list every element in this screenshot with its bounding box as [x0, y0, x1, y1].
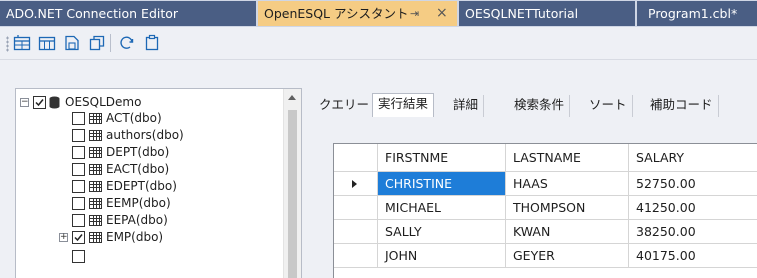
table-cell[interactable]: KWAN	[506, 220, 629, 244]
table-cell[interactable]: 38250.00	[629, 220, 757, 244]
table-cell[interactable]: SALLY	[378, 220, 506, 244]
table-cell[interactable]: 52750.00	[629, 172, 757, 196]
tree-scrollbar[interactable]	[283, 89, 301, 278]
node-checkbox[interactable]	[72, 163, 85, 176]
tree-node[interactable]: + EMP(dbo)	[16, 230, 286, 245]
pin-icon[interactable]: ⇥	[410, 1, 419, 26]
collapse-icon[interactable]: −	[20, 98, 29, 107]
tab-query[interactable]: クエリー	[314, 95, 376, 117]
table-icon	[89, 130, 102, 141]
node-checkbox[interactable]	[72, 180, 85, 193]
table-icon	[89, 147, 102, 158]
tab-ado-net-connection-editor[interactable]: ADO.NET Connection Editor	[0, 1, 256, 26]
grid-corner	[334, 144, 378, 172]
table-cell[interactable]: MICHAEL	[378, 196, 506, 220]
node-checkbox[interactable]	[72, 197, 85, 210]
table-cell[interactable]: HAAS	[506, 172, 629, 196]
tab-label: OpenESQL アシスタント	[264, 6, 409, 21]
copy-icon[interactable]	[88, 34, 106, 52]
toolbar-grip	[6, 36, 9, 52]
tree-node[interactable]: EEPA(dbo)	[16, 213, 286, 228]
node-checkbox[interactable]	[72, 250, 85, 263]
tree-node-label: EDEPT(dbo)	[106, 179, 177, 193]
tree-node[interactable]: DEPT(dbo)	[16, 145, 286, 160]
tree-node[interactable]: ACT(dbo)	[16, 111, 286, 126]
tree-node-label: authors(dbo)	[106, 128, 184, 142]
root-checkbox[interactable]	[33, 96, 46, 109]
refresh-icon[interactable]	[118, 34, 136, 52]
tab-label: Program1.cbl*	[648, 6, 738, 21]
column-header-lastname[interactable]: LASTNAME	[506, 144, 629, 172]
tree-node[interactable]: authors(dbo)	[16, 128, 286, 143]
tab-search-conditions[interactable]: 検索条件	[509, 95, 571, 117]
tree-node[interactable]: EEMP(dbo)	[16, 196, 286, 211]
tab-label: OESQLNETTutorial	[465, 6, 579, 21]
tree-node[interactable]: EDEPT(dbo)	[16, 179, 286, 194]
node-checkbox[interactable]	[72, 231, 85, 244]
tree-node-label: DEPT(dbo)	[106, 145, 170, 159]
table-icon	[89, 113, 102, 124]
clipboard-icon[interactable]	[143, 34, 161, 52]
node-checkbox[interactable]	[72, 112, 85, 125]
tree-node-label: ACT(dbo)	[106, 111, 162, 125]
table-icon	[89, 198, 102, 209]
table-cell[interactable]: 41250.00	[629, 196, 757, 220]
column-header-salary[interactable]: SALARY	[629, 144, 757, 172]
table-icon[interactable]	[38, 34, 56, 52]
table-cell[interactable]: 40175.00	[629, 244, 757, 268]
table-cell[interactable]: CHRISTINE	[378, 172, 506, 196]
tab-auxiliary-code[interactable]: 補助コード	[645, 95, 719, 117]
database-tree[interactable]: − OESQLDemo ACT(dbo) authors(dbo) DEPT(d…	[15, 88, 302, 278]
current-row-icon	[352, 180, 357, 188]
node-checkbox[interactable]	[72, 214, 85, 227]
toolbar-separator	[110, 34, 111, 52]
row-header[interactable]	[334, 220, 378, 244]
row-header[interactable]	[334, 196, 378, 220]
table-icon	[89, 232, 102, 243]
tree-node[interactable]: EACT(dbo)	[16, 162, 286, 177]
table-cell[interactable]: GEYER	[506, 244, 629, 268]
table-cell[interactable]: THOMPSON	[506, 196, 629, 220]
tree-root-label: OESQLDemo	[65, 95, 142, 109]
tab-program1-cbl[interactable]: Program1.cbl*	[637, 1, 757, 26]
tab-results[interactable]: 実行結果	[372, 93, 435, 117]
scroll-up-icon[interactable]	[288, 95, 296, 100]
row-header[interactable]	[334, 244, 378, 268]
tree-node-label: EEMP(dbo)	[106, 196, 171, 210]
toolbar	[0, 27, 757, 60]
node-checkbox[interactable]	[72, 146, 85, 159]
tree-node-label: EMP(dbo)	[106, 230, 164, 244]
column-header-firstnme[interactable]: FIRSTNME	[378, 144, 506, 172]
scrollbar-thumb[interactable]	[288, 110, 297, 278]
close-icon[interactable]: ×	[436, 1, 448, 26]
tab-oesqlnettutorial[interactable]: OESQLNETTutorial	[459, 1, 635, 26]
document-tab-strip: ADO.NET Connection Editor OpenESQL アシスタン…	[0, 0, 757, 27]
node-checkbox[interactable]	[72, 129, 85, 142]
database-icon	[49, 96, 60, 109]
tree-node-label: EACT(dbo)	[106, 162, 170, 176]
tree-node[interactable]	[16, 249, 286, 264]
tree-root[interactable]: − OESQLDemo	[16, 95, 286, 110]
table-icon	[89, 164, 102, 175]
query-icon[interactable]	[13, 34, 31, 52]
expand-icon[interactable]: +	[59, 233, 68, 242]
tab-openesql-assistant[interactable]: OpenESQL アシスタント ⇥ ×	[258, 1, 457, 26]
table-icon	[89, 181, 102, 192]
table-cell[interactable]: JOHN	[378, 244, 506, 268]
row-header[interactable]	[334, 172, 378, 196]
tree-node-label: EEPA(dbo)	[106, 213, 168, 227]
results-grid[interactable]: FIRSTNME LASTNAME SALARY CHRISTINE HAAS …	[333, 143, 757, 278]
tab-label: ADO.NET Connection Editor	[6, 6, 179, 21]
table-icon	[89, 215, 102, 226]
tab-sort[interactable]: ソート	[584, 95, 633, 117]
document-icon[interactable]	[63, 34, 81, 52]
tab-details[interactable]: 詳細	[448, 95, 485, 117]
